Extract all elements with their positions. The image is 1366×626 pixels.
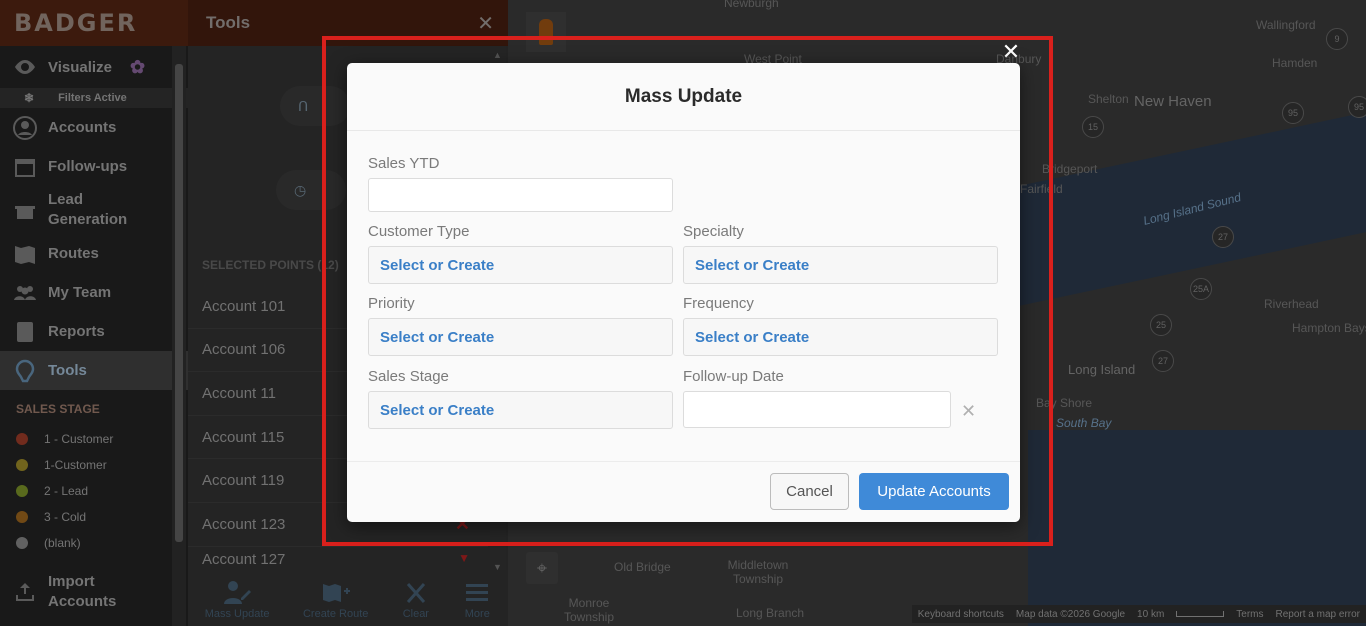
customer-type-select[interactable]: Select or Create xyxy=(368,246,673,284)
field-label: Specialty xyxy=(683,223,744,240)
specialty-select[interactable]: Select or Create xyxy=(683,246,998,284)
customer-type-field: Customer Type Select or Create xyxy=(368,223,673,284)
sales-stage-select[interactable]: Select or Create xyxy=(368,391,673,429)
dialog-footer: Cancel Update Accounts xyxy=(347,461,1020,522)
frequency-select[interactable]: Select or Create xyxy=(683,318,998,356)
close-icon[interactable]: ✕ xyxy=(1001,41,1021,63)
priority-field: Priority Select or Create xyxy=(368,295,673,356)
follow-up-date-field: Follow-up Date xyxy=(683,368,951,428)
priority-select[interactable]: Select or Create xyxy=(368,318,673,356)
cancel-button[interactable]: Cancel xyxy=(770,473,849,510)
field-label: Frequency xyxy=(683,295,754,312)
field-label: Follow-up Date xyxy=(683,368,784,385)
follow-up-date-input[interactable] xyxy=(683,391,951,428)
sales-ytd-field: Sales YTD xyxy=(368,155,673,212)
update-accounts-button[interactable]: Update Accounts xyxy=(859,473,1009,510)
field-label: Customer Type xyxy=(368,223,470,240)
mass-update-dialog: Mass Update Sales YTD Customer Type Sele… xyxy=(347,63,1020,522)
field-label: Sales YTD xyxy=(368,155,440,172)
dialog-title: Mass Update xyxy=(624,85,743,107)
sales-stage-field: Sales Stage Select or Create xyxy=(368,368,673,429)
clear-date-icon[interactable]: ✕ xyxy=(961,401,976,422)
frequency-field: Frequency Select or Create xyxy=(683,295,998,356)
field-label: Priority xyxy=(368,295,415,312)
field-label: Sales Stage xyxy=(368,368,449,385)
sales-ytd-input[interactable] xyxy=(368,178,673,212)
specialty-field: Specialty Select or Create xyxy=(683,223,998,284)
dialog-header: Mass Update xyxy=(347,63,1020,131)
